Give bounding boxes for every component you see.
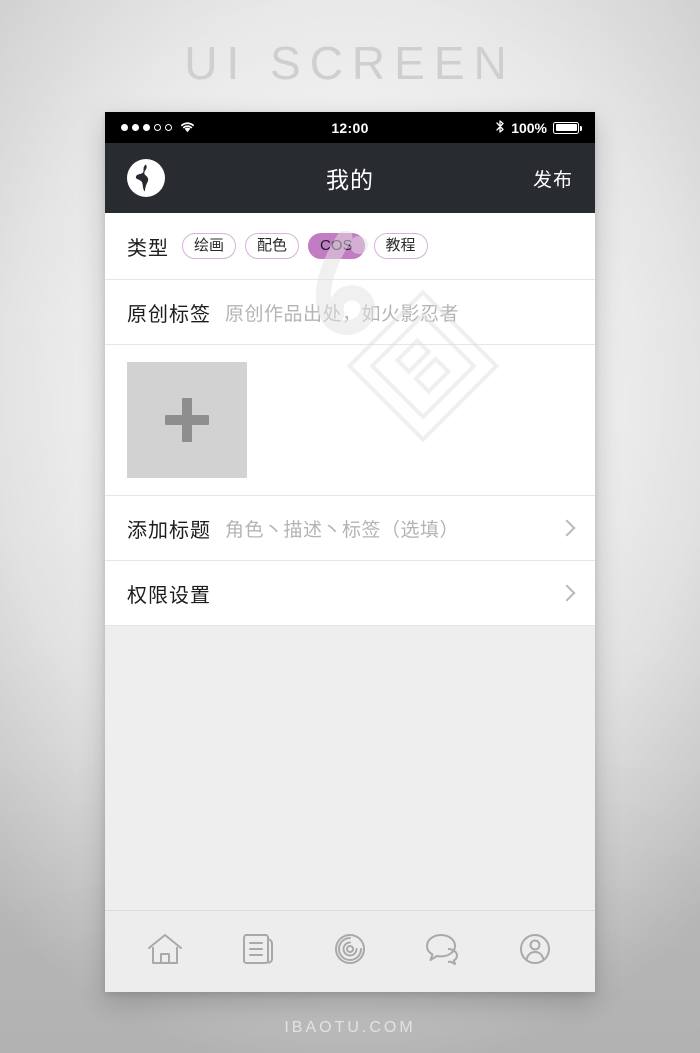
type-card: 类型 绘画 配色 COS 教程 原创标签 原创作品出处，如火影忍者 添加标题 角…: [105, 213, 595, 626]
permission-settings-label: 权限设置: [127, 584, 211, 607]
add-title-row[interactable]: 添加标题 角色丶描述丶标签（选填）: [105, 496, 595, 560]
type-pill-tutorial[interactable]: 教程: [373, 232, 428, 260]
status-bar-right: 100%: [495, 119, 582, 137]
origin-tag-row[interactable]: 原创标签 原创作品出处，如火影忍者: [105, 280, 595, 344]
home-icon: [144, 928, 186, 975]
nav-title: 我的: [326, 167, 374, 193]
add-title-input[interactable]: 角色丶描述丶标签（选填）: [225, 515, 459, 542]
plus-icon: [182, 398, 192, 442]
publish-button[interactable]: 发布: [533, 165, 573, 192]
globe-logo-icon[interactable]: [127, 159, 165, 197]
bottom-tab-bar: [105, 910, 595, 992]
document-icon: [237, 928, 279, 975]
image-upload-row: [105, 345, 595, 495]
add-title-label: 添加标题: [127, 519, 211, 542]
tab-item-discover[interactable]: [322, 924, 378, 980]
footer-watermark: IBAOTU.COM: [284, 1019, 416, 1036]
page-title: UI SCREEN: [184, 37, 516, 89]
nav-bar: 我的 发布: [105, 143, 595, 213]
add-image-button[interactable]: [127, 362, 247, 478]
tab-item-feed[interactable]: [230, 924, 286, 980]
type-row: 类型 绘画 配色 COS 教程: [105, 213, 595, 279]
tab-item-profile[interactable]: [507, 924, 563, 980]
bluetooth-icon: [495, 119, 505, 137]
type-row-label: 类型: [127, 237, 169, 260]
tab-item-home[interactable]: [137, 924, 193, 980]
type-pill-group: 绘画 配色 COS 教程: [182, 232, 428, 260]
phone-mockup: 12:00 100% 我的 发布 类型 绘画 配色 COS 教程 原创标签 原创…: [105, 112, 595, 992]
type-pill-cos[interactable]: COS: [308, 232, 365, 260]
chevron-right-icon: [558, 584, 576, 602]
status-bar: 12:00 100%: [105, 112, 595, 143]
battery-full-icon: [553, 121, 582, 134]
spiral-target-icon: [329, 928, 371, 975]
origin-tag-input[interactable]: 原创作品出处，如火影忍者: [225, 299, 459, 326]
chevron-right-icon: [558, 519, 576, 537]
type-pill-drawing[interactable]: 绘画: [182, 232, 237, 260]
chat-bubbles-icon: [421, 928, 463, 975]
permission-settings-row[interactable]: 权限设置: [105, 561, 595, 625]
main-content: 类型 绘画 配色 COS 教程 原创标签 原创作品出处，如火影忍者 添加标题 角…: [105, 213, 595, 910]
divider: [105, 625, 595, 626]
user-circle-icon: [514, 928, 556, 975]
type-pill-color[interactable]: 配色: [245, 232, 300, 260]
origin-tag-label: 原创标签: [127, 303, 211, 326]
tab-item-messages[interactable]: [414, 924, 470, 980]
battery-percent-label: 100%: [511, 119, 547, 136]
